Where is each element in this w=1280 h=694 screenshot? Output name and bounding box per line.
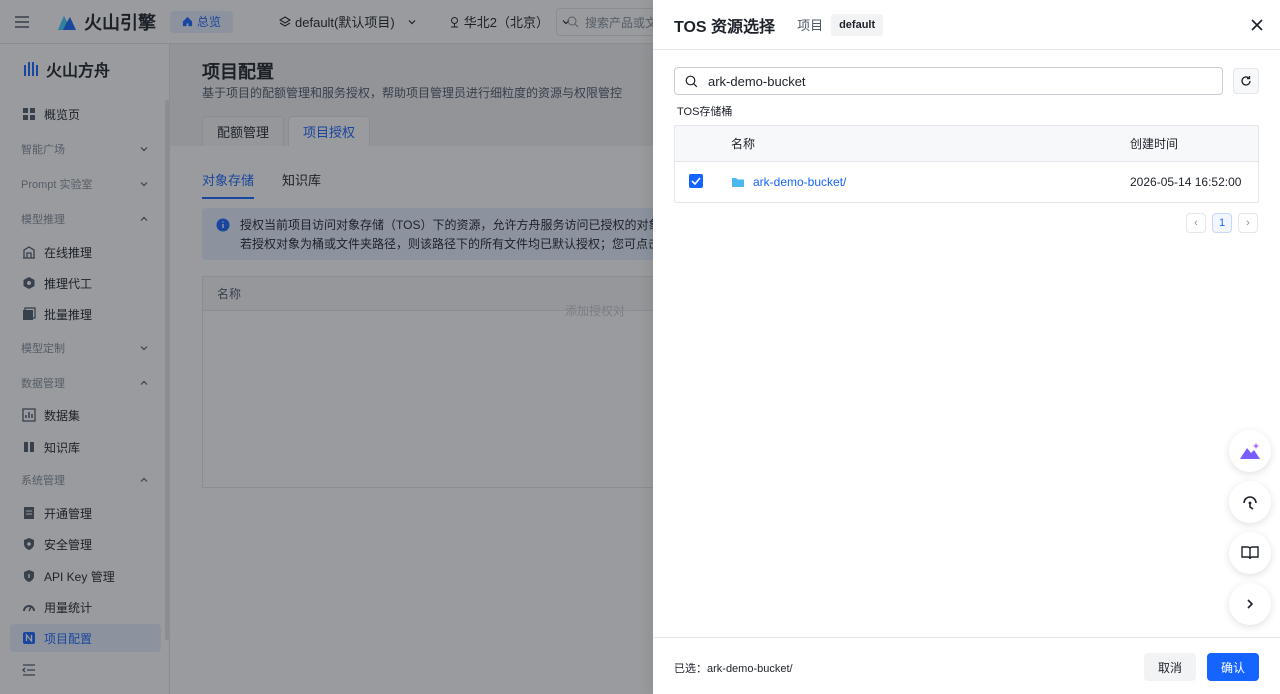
project-tag: default [831, 13, 884, 36]
drawer-header: TOS 资源选择 项目 default [653, 0, 1280, 50]
check-icon [691, 177, 701, 185]
pagination: ‹ 1 › [1186, 213, 1258, 233]
tos-resource-drawer: TOS 资源选择 项目 default TOS存储桶 名称 创建时间 ark-d… [653, 0, 1280, 694]
bucket-table-header: 名称 创建时间 [675, 126, 1258, 162]
bucket-search-field[interactable] [674, 67, 1223, 95]
drawer-title: TOS 资源选择 [674, 18, 776, 36]
selected-summary: 已选：ark-demo-bucket/ [674, 660, 793, 676]
confirm-button[interactable]: 确认 [1207, 653, 1259, 681]
cancel-button[interactable]: 取消 [1144, 653, 1196, 681]
bucket-created-cell: 2026-05-14 16:52:00 [1130, 175, 1242, 189]
column-created: 创建时间 [1130, 137, 1179, 151]
support-icon[interactable] [1229, 481, 1271, 523]
project-label: 项目 [797, 18, 824, 33]
table-row[interactable]: ark-demo-bucket/ 2026-05-14 16:52:00 [675, 162, 1258, 202]
row-checkbox[interactable] [689, 174, 703, 188]
search-icon [685, 75, 698, 87]
selected-value: ark-demo-bucket/ [707, 663, 793, 675]
bucket-name-cell: ark-demo-bucket/ [731, 162, 846, 202]
prev-page-button[interactable]: ‹ [1186, 213, 1206, 233]
folder-icon [732, 178, 744, 187]
bucket-table: 名称 创建时间 ark-demo-bucket/ 2026-05-14 16:5… [674, 125, 1259, 203]
next-page-button[interactable]: › [1238, 213, 1258, 233]
expand-icon[interactable] [1229, 583, 1271, 625]
bucket-name-link[interactable]: ark-demo-bucket/ [753, 175, 846, 189]
close-icon[interactable] [1248, 16, 1266, 34]
ai-assistant-icon[interactable] [1229, 430, 1271, 472]
docs-icon[interactable] [1229, 532, 1271, 574]
column-name: 名称 [731, 137, 756, 151]
refresh-icon [1241, 76, 1251, 86]
drawer-footer: 已选：ark-demo-bucket/ 取消 确认 [653, 637, 1280, 694]
bucket-search-input[interactable] [708, 73, 1188, 89]
modal-overlay[interactable] [0, 0, 653, 694]
refresh-button[interactable] [1233, 68, 1259, 94]
selected-prefix: 已选： [674, 663, 707, 675]
page-number-1[interactable]: 1 [1212, 213, 1232, 233]
section-label: TOS存储桶 [677, 106, 733, 118]
